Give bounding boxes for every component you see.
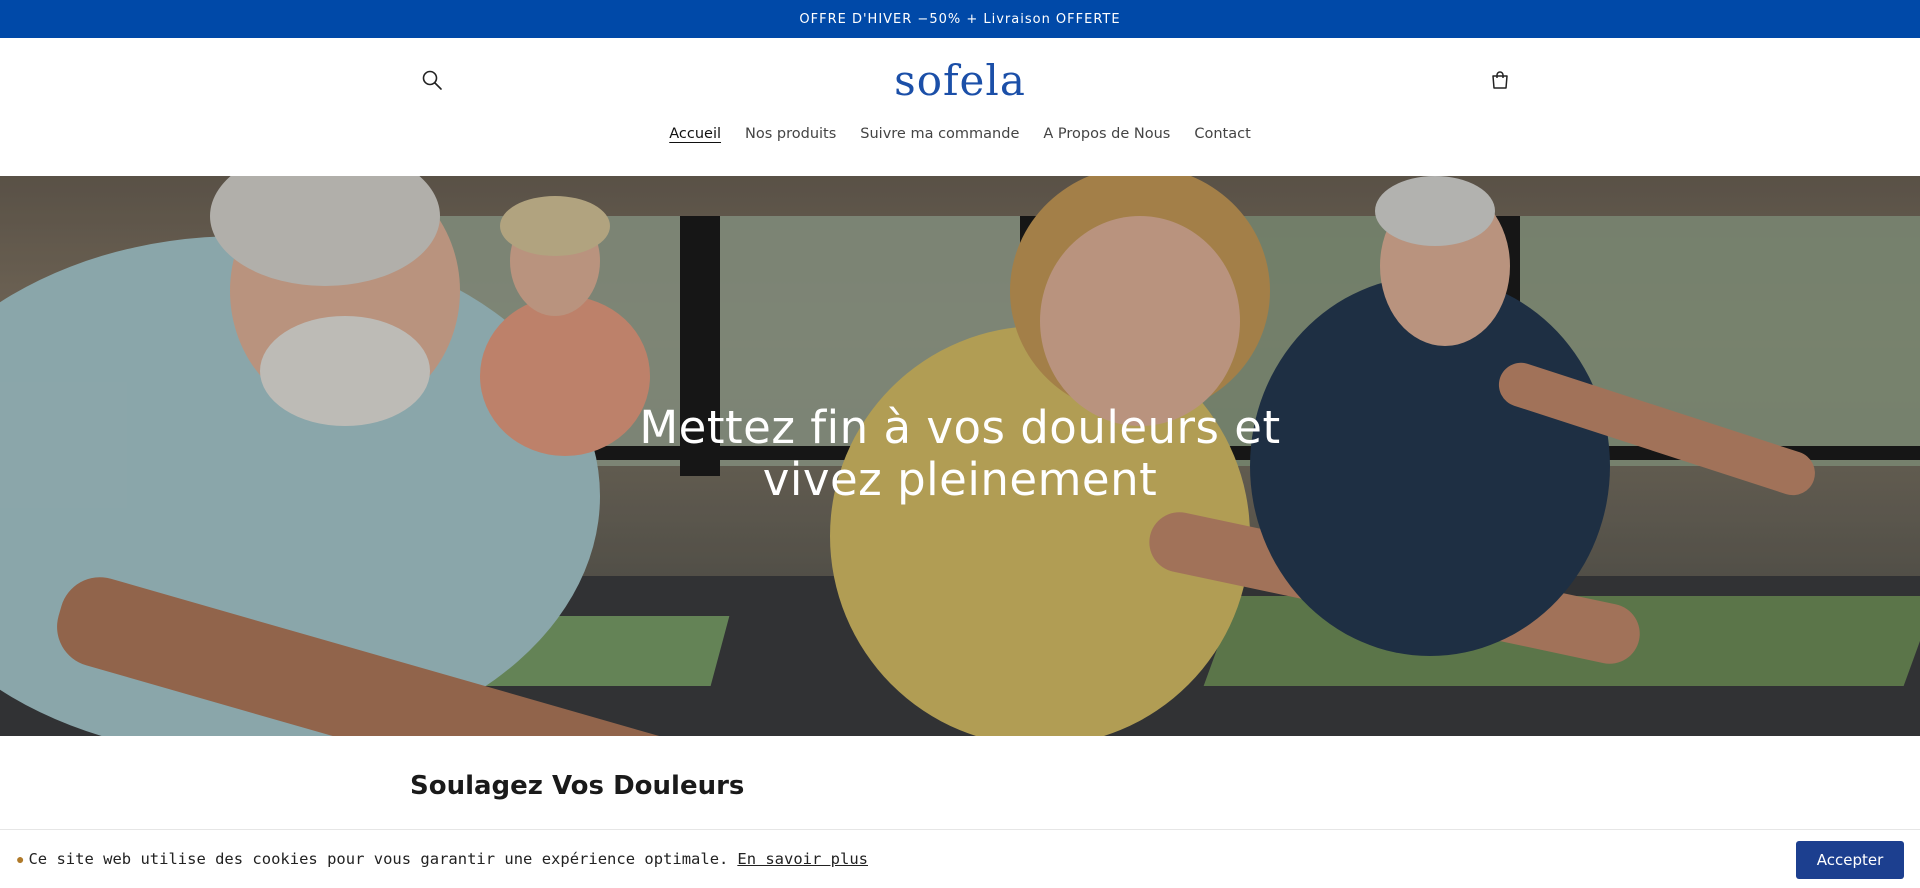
nav-item-suivre-commande[interactable]: Suivre ma commande [860,126,1019,142]
nav-item-contact[interactable]: Contact [1194,126,1250,142]
cookie-banner: ● Ce site web utilise des cookies pour v… [0,829,1920,888]
announcement-text: OFFRE D'HIVER −50% + Livraison OFFERTE [799,11,1121,27]
site-logo[interactable]: sofela [0,56,1920,105]
nav-item-a-propos[interactable]: A Propos de Nous [1043,126,1170,142]
cart-icon [1492,71,1508,89]
hero-title-line-1: Mettez fin à vos douleurs et [639,401,1281,454]
cookie-learn-more-link[interactable]: En savoir plus [737,850,868,868]
hero-banner: Mettez fin à vos douleurs et vivez plein… [0,176,1920,736]
accept-cookies-button[interactable]: Accepter [1796,841,1904,879]
cookie-icon: ● [16,851,25,867]
hero-title-line-2: vivez pleinement [762,453,1158,506]
announcement-bar: OFFRE D'HIVER −50% + Livraison OFFERTE [0,0,1920,38]
hero-title: Mettez fin à vos douleurs et vivez plein… [0,402,1920,506]
main-nav: Accueil Nos produits Suivre ma commande … [0,126,1920,142]
cart-button[interactable] [1484,64,1516,96]
nav-item-accueil[interactable]: Accueil [669,126,721,142]
site-header: sofela Accueil Nos produits Suivre ma co… [0,38,1920,176]
section-title: Soulagez Vos Douleurs [410,771,745,801]
cookie-message: Ce site web utilise des cookies pour vou… [28,850,729,868]
nav-item-nos-produits[interactable]: Nos produits [745,126,836,142]
